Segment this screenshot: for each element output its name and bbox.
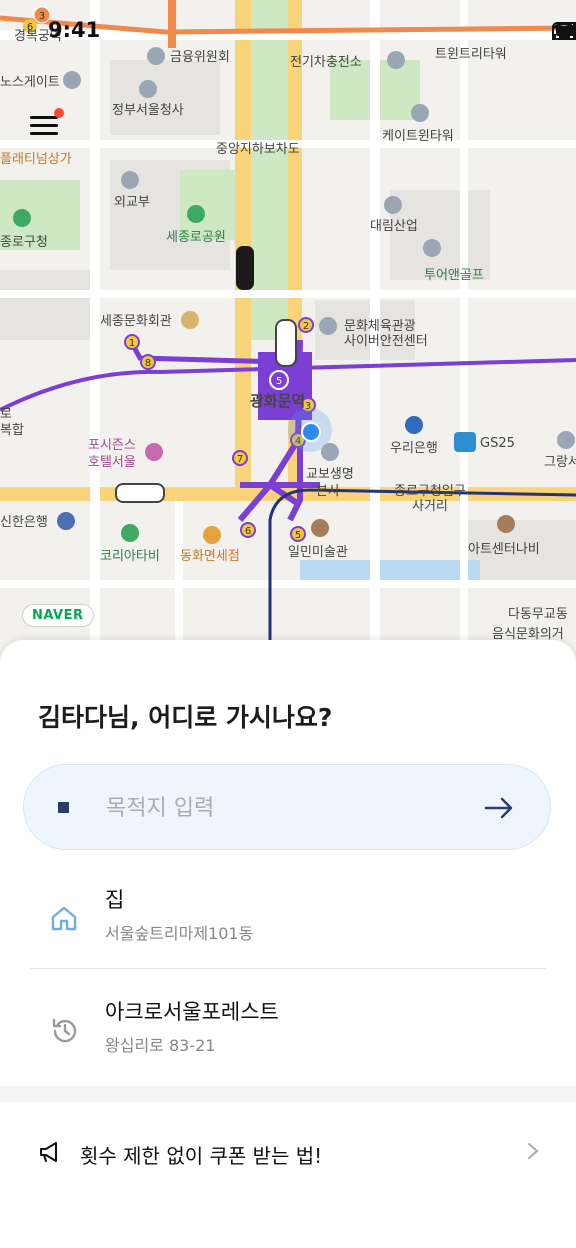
map-poi-label: 노스게이트	[0, 75, 60, 90]
map-poi-label: 다동무교동	[508, 607, 568, 622]
map-poi-label: 외교부	[114, 195, 150, 210]
map-poi-label: 복합	[0, 423, 24, 438]
station-exit-number: 2	[303, 321, 309, 332]
chevron-right-icon	[528, 1143, 539, 1159]
map-poi-label: 아트센터나비	[468, 542, 540, 557]
map-poi-label: 중앙지하보차도	[216, 142, 300, 157]
map-poi-label: 교보생명	[306, 467, 354, 482]
map-poi-label: 광화문역	[250, 392, 305, 410]
arrow-right-icon[interactable]	[484, 793, 514, 823]
destination-marker-icon	[58, 802, 69, 813]
map-canvas: 금융위원회 전기차충전소트윈트리타워노스게이트정부서울청사케이트윈타워중앙지하보차…	[0, 0, 576, 660]
bottom-sheet: 김타다님, 어디로 가시나요? 집 서울숲트리마제101동 아크로서울포레스트 …	[0, 640, 576, 1248]
map-poi-label: 신한은행	[0, 514, 48, 530]
map-poi-label: 포시즌스	[88, 438, 136, 453]
map-poi-label: 세종문화회관	[100, 314, 172, 329]
map-poi-label: 우리은행	[390, 440, 438, 456]
map-poi-label: 정부서울청사	[112, 103, 184, 118]
map-poi-label: 대림산업	[370, 219, 418, 234]
map-poi-label: 사이버안전센터	[344, 334, 428, 349]
history-icon	[52, 1018, 77, 1043]
map-poi-label: 문화체육관광	[344, 319, 416, 334]
map-poi-label: 로	[0, 407, 12, 422]
my-location-icon	[301, 422, 321, 442]
menu-button[interactable]	[30, 108, 64, 140]
map-poi-label: 투어앤골프	[424, 268, 484, 283]
station-exit-number: 1	[129, 338, 135, 349]
station-exit-number: 7	[237, 454, 243, 465]
recent-place[interactable]: 아크로서울포레스트 왕십리로 83-21	[30, 992, 546, 1092]
saved-place-home[interactable]: 집 서울숲트리마제101동	[30, 880, 546, 980]
station-exit-number: 6	[245, 526, 251, 537]
map-poi-label: 동화면세점	[180, 549, 240, 564]
coupon-promo-banner[interactable]: 횟수 제한 없이 쿠폰 받는 법!	[0, 1102, 576, 1202]
section-separator	[0, 1086, 576, 1102]
map-poi-label: 종로구청	[0, 235, 48, 250]
naver-logo: NAVER	[22, 604, 94, 627]
map-poi-label: 사거리	[412, 499, 448, 514]
map-view[interactable]: 금융위원회 전기차충전소 트윈트리타워 노스게이트 정부서울청사 케이트윈타워 중앙지하보차…	[0, 0, 576, 660]
place-title: 아크로서울포레스트	[105, 1000, 279, 1024]
station-exit-number: 8	[145, 358, 151, 369]
place-subtitle: 서울숲트리마제101동	[105, 924, 254, 943]
map-poi-label: 본사	[316, 484, 340, 499]
status-bar: 9:41	[0, 0, 576, 60]
status-time: 9:41	[48, 18, 101, 42]
place-title: 집	[105, 888, 125, 912]
home-icon	[51, 906, 77, 931]
notification-dot	[54, 108, 64, 118]
map-poi-label: GS25	[480, 436, 515, 451]
greeting-title: 김타다님, 어디로 가시나요?	[38, 703, 333, 732]
map-poi-label: 그랑서	[544, 455, 576, 470]
destination-input[interactable]	[104, 785, 468, 831]
map-poi-label: 케이트윈타워	[382, 129, 454, 144]
station-exit-number: 5	[295, 530, 301, 541]
promo-text: 횟수 제한 없이 쿠폰 받는 법!	[80, 1144, 323, 1168]
map-poi-label: 플래티넘상가	[0, 152, 72, 167]
map-poi-label: 일민미술관	[288, 545, 348, 560]
map-poi-label: 종로구청입구	[394, 484, 466, 499]
place-subtitle: 왕십리로 83-21	[105, 1036, 216, 1055]
map-poi-label: 코리아타비	[100, 549, 160, 564]
megaphone-icon	[40, 1142, 57, 1162]
station-exit-number: 5	[276, 376, 282, 387]
battery-icon	[552, 22, 576, 40]
divider	[30, 968, 546, 969]
destination-search[interactable]	[23, 764, 551, 850]
map-poi-label: 세종로공원	[166, 230, 226, 245]
map-poi-label: 호텔서울	[88, 455, 136, 470]
